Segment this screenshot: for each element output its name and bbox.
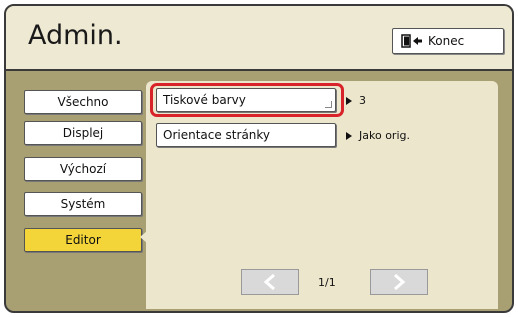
page-orientation-button[interactable]: Orientace stránky (156, 123, 336, 147)
next-page-button[interactable] (370, 269, 428, 295)
sidebar-item-vsechno[interactable]: Všechno (24, 90, 142, 114)
sidebar-item-editor[interactable]: Editor (24, 228, 142, 252)
chevron-right-icon (394, 273, 406, 291)
previous-page-button[interactable] (241, 269, 299, 295)
sidebar-item-system[interactable]: Systém (24, 192, 142, 216)
print-colors-value: 3 (346, 94, 366, 107)
setting-value: 3 (359, 94, 366, 107)
chevron-left-icon (263, 273, 275, 291)
sidebar-item-label: Displej (62, 126, 104, 140)
sidebar-item-displej[interactable]: Displej (24, 121, 142, 145)
page-orientation-value: Jako orig. (346, 129, 410, 142)
page-indicator: 1/1 (318, 276, 336, 289)
exit-door-icon (401, 34, 422, 48)
selection-highlight (150, 83, 344, 117)
arrow-right-icon (346, 131, 352, 140)
sidebar-item-label: Všechno (57, 95, 109, 109)
sidebar-item-label: Editor (65, 233, 101, 247)
sidebar-item-label: Systém (60, 197, 106, 211)
page-title: Admin. (28, 20, 123, 51)
setting-label: Orientace stránky (163, 128, 271, 142)
arrow-right-icon (346, 96, 352, 105)
sidebar-item-vychozi[interactable]: Výchozí (24, 157, 142, 181)
exit-button-label: Konec (428, 34, 465, 48)
setting-value: Jako orig. (359, 129, 410, 142)
exit-button[interactable]: Konec (392, 28, 504, 54)
header-bar: Admin. Konec (6, 6, 512, 71)
sidebar-item-label: Výchozí (59, 162, 107, 176)
active-tab-pointer (140, 231, 147, 243)
